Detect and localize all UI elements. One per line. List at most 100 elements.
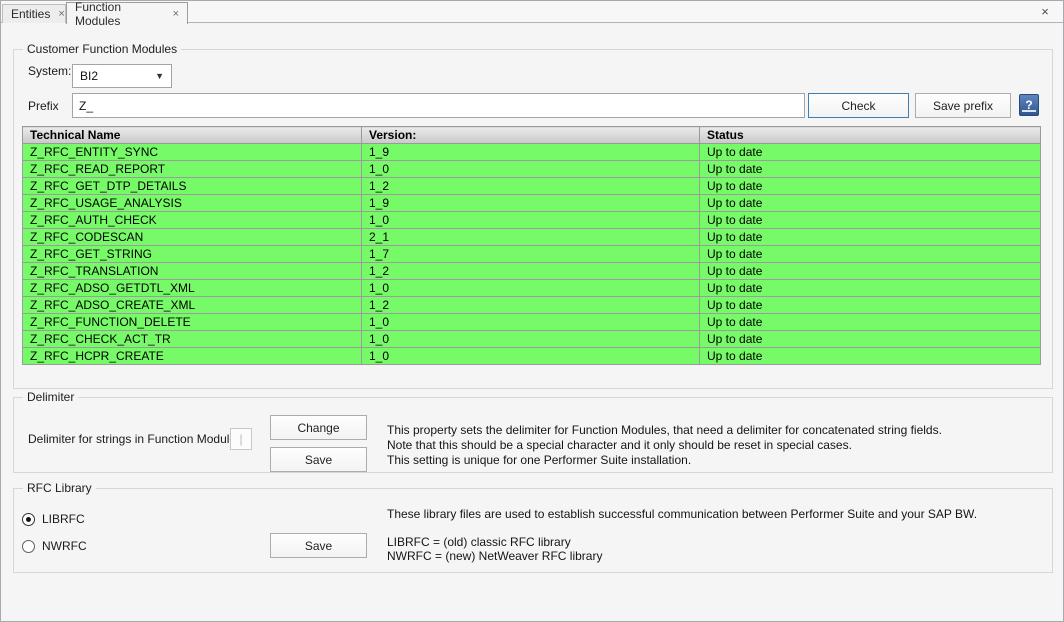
rfc-library-save-button[interactable]: Save	[270, 533, 367, 558]
cell-version[interactable]: 1_0	[362, 331, 700, 348]
delimiter-save-button[interactable]: Save	[270, 447, 367, 472]
cell-status[interactable]: Up to date	[700, 314, 1041, 331]
table-row[interactable]: Z_RFC_FUNCTION_DELETE1_0Up to date	[23, 314, 1041, 331]
system-label: System:	[28, 64, 71, 78]
description-line: These library files are used to establis…	[387, 507, 977, 521]
window-close-icon[interactable]: ×	[1037, 3, 1053, 19]
tab-strip: Entities × Function Modules × ×	[1, 1, 1063, 23]
table-row[interactable]: Z_RFC_TRANSLATION1_2Up to date	[23, 263, 1041, 280]
cell-status[interactable]: Up to date	[700, 263, 1041, 280]
system-select[interactable]: BI2 ▼	[72, 64, 172, 88]
description-line: This setting is unique for one Performer…	[387, 453, 942, 468]
radio-button-icon[interactable]	[22, 513, 35, 526]
tab-entities[interactable]: Entities ×	[2, 4, 66, 23]
cell-version[interactable]: 1_0	[362, 280, 700, 297]
cell-version[interactable]: 1_7	[362, 246, 700, 263]
cell-technical-name[interactable]: Z_RFC_AUTH_CHECK	[23, 212, 362, 229]
rfc-library-title: RFC Library	[23, 481, 96, 495]
app-window: Entities × Function Modules × × Customer…	[0, 0, 1064, 622]
cell-version[interactable]: 1_9	[362, 195, 700, 212]
cell-status[interactable]: Up to date	[700, 195, 1041, 212]
cell-version[interactable]: 1_0	[362, 314, 700, 331]
prefix-input[interactable]	[72, 93, 805, 118]
table-row[interactable]: Z_RFC_GET_DTP_DETAILS1_2Up to date	[23, 178, 1041, 195]
table-row[interactable]: Z_RFC_ADSO_GETDTL_XML1_0Up to date	[23, 280, 1041, 297]
radio-nwrfc[interactable]: NWRFC	[22, 539, 87, 553]
cell-status[interactable]: Up to date	[700, 348, 1041, 365]
table-row[interactable]: Z_RFC_READ_REPORT1_0Up to date	[23, 161, 1041, 178]
cell-version[interactable]: 1_0	[362, 212, 700, 229]
cell-status[interactable]: Up to date	[700, 246, 1041, 263]
delimiter-title: Delimiter	[23, 390, 78, 404]
cell-technical-name[interactable]: Z_RFC_CODESCAN	[23, 229, 362, 246]
customer-function-modules-title: Customer Function Modules	[23, 42, 181, 56]
cell-status[interactable]: Up to date	[700, 280, 1041, 297]
tab-function-modules[interactable]: Function Modules ×	[66, 2, 188, 24]
cell-status[interactable]: Up to date	[700, 144, 1041, 161]
radio-nwrfc-label: NWRFC	[42, 539, 87, 553]
radio-librfc[interactable]: LIBRFC	[22, 512, 85, 526]
cell-version[interactable]: 1_2	[362, 178, 700, 195]
cell-version[interactable]: 1_0	[362, 161, 700, 178]
description-line: NWRFC = (new) NetWeaver RFC library	[387, 549, 977, 563]
cell-technical-name[interactable]: Z_RFC_FUNCTION_DELETE	[23, 314, 362, 331]
cell-status[interactable]: Up to date	[700, 161, 1041, 178]
tab-function-modules-label: Function Modules	[75, 0, 165, 28]
delimiter-value-box[interactable]: |	[230, 428, 252, 450]
column-header-version[interactable]: Version:	[362, 127, 700, 144]
tab-entities-close-icon[interactable]: ×	[58, 8, 64, 20]
cell-technical-name[interactable]: Z_RFC_GET_DTP_DETAILS	[23, 178, 362, 195]
table-row[interactable]: Z_RFC_GET_STRING1_7Up to date	[23, 246, 1041, 263]
rfc-library-group: RFC Library LIBRFC NWRFC Save These libr…	[13, 488, 1053, 573]
table-row[interactable]: Z_RFC_ENTITY_SYNC1_9Up to date	[23, 144, 1041, 161]
cell-version[interactable]: 1_2	[362, 297, 700, 314]
check-button[interactable]: Check	[808, 93, 909, 118]
rfc-library-description: These library files are used to establis…	[387, 507, 977, 563]
radio-button-icon[interactable]	[22, 540, 35, 553]
cell-technical-name[interactable]: Z_RFC_TRANSLATION	[23, 263, 362, 280]
customer-function-modules-group: Customer Function Modules System: BI2 ▼ …	[13, 49, 1053, 389]
table-row[interactable]: Z_RFC_ADSO_CREATE_XML1_2Up to date	[23, 297, 1041, 314]
prefix-label: Prefix	[28, 99, 59, 113]
cell-status[interactable]: Up to date	[700, 212, 1041, 229]
cell-technical-name[interactable]: Z_RFC_ADSO_CREATE_XML	[23, 297, 362, 314]
cell-version[interactable]: 1_0	[362, 348, 700, 365]
description-line	[387, 521, 977, 535]
cell-technical-name[interactable]: Z_RFC_ADSO_GETDTL_XML	[23, 280, 362, 297]
description-line: This property sets the delimiter for Fun…	[387, 423, 942, 438]
delimiter-description: This property sets the delimiter for Fun…	[387, 423, 942, 468]
change-button[interactable]: Change	[270, 415, 367, 440]
cell-technical-name[interactable]: Z_RFC_READ_REPORT	[23, 161, 362, 178]
table-row[interactable]: Z_RFC_USAGE_ANALYSIS1_9Up to date	[23, 195, 1041, 212]
cell-version[interactable]: 1_9	[362, 144, 700, 161]
function-modules-table: Technical Name Version: Status Z_RFC_ENT…	[22, 126, 1041, 365]
description-line: LIBRFC = (old) classic RFC library	[387, 535, 977, 549]
table-row[interactable]: Z_RFC_HCPR_CREATE1_0Up to date	[23, 348, 1041, 365]
table-header-row: Technical Name Version: Status	[23, 127, 1041, 144]
chevron-down-icon: ▼	[155, 71, 164, 81]
table-row[interactable]: Z_RFC_AUTH_CHECK1_0Up to date	[23, 212, 1041, 229]
cell-technical-name[interactable]: Z_RFC_CHECK_ACT_TR	[23, 331, 362, 348]
system-value: BI2	[80, 69, 98, 83]
save-prefix-button[interactable]: Save prefix	[915, 93, 1011, 118]
table-row[interactable]: Z_RFC_CHECK_ACT_TR1_0Up to date	[23, 331, 1041, 348]
cell-technical-name[interactable]: Z_RFC_HCPR_CREATE	[23, 348, 362, 365]
cell-status[interactable]: Up to date	[700, 297, 1041, 314]
cell-version[interactable]: 1_2	[362, 263, 700, 280]
column-header-status[interactable]: Status	[700, 127, 1041, 144]
cell-technical-name[interactable]: Z_RFC_GET_STRING	[23, 246, 362, 263]
tab-entities-label: Entities	[11, 7, 50, 21]
cell-status[interactable]: Up to date	[700, 229, 1041, 246]
delimiter-field-label: Delimiter for strings in Function Module…	[28, 432, 242, 446]
column-header-technical-name[interactable]: Technical Name	[23, 127, 362, 144]
tab-function-modules-close-icon[interactable]: ×	[173, 8, 179, 20]
help-icon[interactable]: ?	[1019, 94, 1039, 116]
cell-version[interactable]: 2_1	[362, 229, 700, 246]
cell-technical-name[interactable]: Z_RFC_ENTITY_SYNC	[23, 144, 362, 161]
cell-technical-name[interactable]: Z_RFC_USAGE_ANALYSIS	[23, 195, 362, 212]
table-row[interactable]: Z_RFC_CODESCAN2_1Up to date	[23, 229, 1041, 246]
cell-status[interactable]: Up to date	[700, 331, 1041, 348]
cell-status[interactable]: Up to date	[700, 178, 1041, 195]
description-line: Note that this should be a special chara…	[387, 438, 942, 453]
delimiter-group: Delimiter Delimiter for strings in Funct…	[13, 397, 1053, 473]
